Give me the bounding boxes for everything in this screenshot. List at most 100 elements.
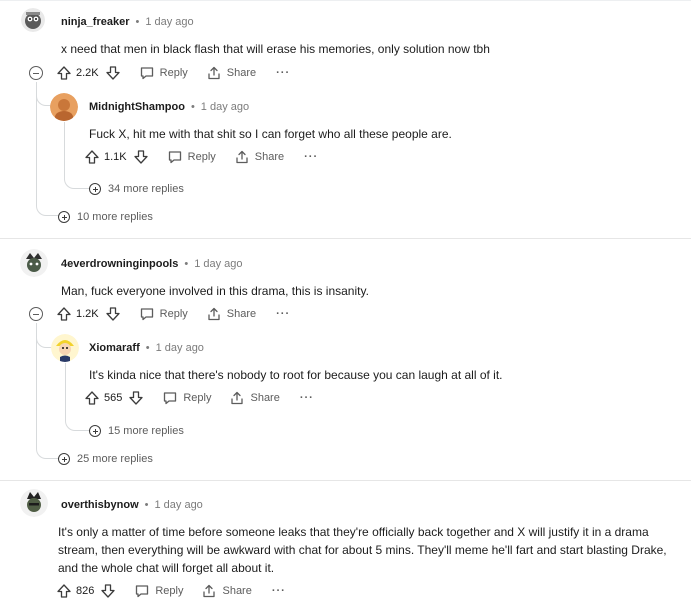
username[interactable]: overthisbynow xyxy=(61,499,139,511)
downvote-arrow-icon[interactable] xyxy=(100,583,116,599)
more-replies-link[interactable]: 34 more replies xyxy=(89,182,184,196)
comment-meta: ninja_freaker • 1 day ago xyxy=(61,15,194,29)
reply-button[interactable]: Reply xyxy=(162,390,211,406)
share-label: Share xyxy=(222,585,252,597)
comment-body: Fuck X, hit me with that shit so I can f… xyxy=(89,127,452,141)
username[interactable]: ninja_freaker xyxy=(61,16,129,28)
comment-body: Man, fuck everyone involved in this dram… xyxy=(61,284,369,298)
username[interactable]: 4everdrowninginpools xyxy=(61,258,178,270)
more-replies-link[interactable]: 15 more replies xyxy=(89,424,184,438)
share-label: Share xyxy=(250,392,280,404)
reply-bubble-icon xyxy=(139,306,155,322)
reply-bubble-icon xyxy=(134,583,150,599)
comment-meta: 4everdrowninginpools • 1 day ago xyxy=(61,257,243,271)
more-replies-label: 10 more replies xyxy=(77,211,153,223)
share-button[interactable]: Share xyxy=(201,583,252,599)
collapse-minus-icon[interactable] xyxy=(29,307,43,321)
expand-plus-icon xyxy=(89,425,101,437)
comment-body: It's only a matter of time before someon… xyxy=(58,525,667,575)
comment-divider xyxy=(0,238,691,239)
upvote-arrow-icon[interactable] xyxy=(56,583,72,599)
meta-separator: • xyxy=(144,499,149,511)
top-divider xyxy=(0,0,691,1)
share-label: Share xyxy=(226,67,257,79)
comment-divider xyxy=(0,480,691,481)
downvote-arrow-icon[interactable] xyxy=(105,306,121,322)
comment-actions: 2.2K Reply Share ··· xyxy=(56,65,290,81)
share-icon xyxy=(201,583,217,599)
more-replies-label: 15 more replies xyxy=(108,425,184,437)
vote-score: 826 xyxy=(76,585,95,597)
comment-actions: 565 Reply Share ··· xyxy=(84,390,314,406)
comment-actions: 1.1K Reply Share ··· xyxy=(84,149,318,165)
expand-plus-icon xyxy=(58,211,70,223)
more-options-button[interactable]: ··· xyxy=(272,585,286,597)
share-label: Share xyxy=(254,151,285,163)
downvote-arrow-icon[interactable] xyxy=(105,65,121,81)
more-options-button[interactable]: ··· xyxy=(300,392,314,404)
downvote-arrow-icon[interactable] xyxy=(128,390,144,406)
timestamp[interactable]: 1 day ago xyxy=(194,258,242,270)
upvote-arrow-icon[interactable] xyxy=(84,149,100,165)
reply-button[interactable]: Reply xyxy=(167,149,216,165)
meta-separator: • xyxy=(190,101,195,113)
share-icon xyxy=(234,149,250,165)
more-replies-link[interactable]: 25 more replies xyxy=(58,452,153,466)
timestamp[interactable]: 1 day ago xyxy=(145,16,193,28)
share-button[interactable]: Share xyxy=(206,65,256,81)
comment-body: It's kinda nice that there's nobody to r… xyxy=(89,368,503,382)
vote-score: 1.1K xyxy=(104,151,127,163)
reply-label: Reply xyxy=(187,151,216,163)
reply-button[interactable]: Reply xyxy=(134,583,183,599)
timestamp[interactable]: 1 day ago xyxy=(201,101,249,113)
meta-separator: • xyxy=(184,258,189,270)
reply-bubble-icon xyxy=(139,65,155,81)
upvote-arrow-icon[interactable] xyxy=(84,390,100,406)
upvote-arrow-icon[interactable] xyxy=(56,306,72,322)
reply-connector xyxy=(36,441,59,459)
share-button[interactable]: Share xyxy=(234,149,284,165)
expand-plus-icon xyxy=(89,183,101,195)
expand-plus-icon xyxy=(58,453,70,465)
meta-separator: • xyxy=(135,16,140,28)
more-replies-label: 34 more replies xyxy=(108,183,184,195)
collapse-minus-icon[interactable] xyxy=(29,66,43,80)
share-button[interactable]: Share xyxy=(229,390,280,406)
share-label: Share xyxy=(226,308,257,320)
timestamp[interactable]: 1 day ago xyxy=(154,499,202,511)
reply-label: Reply xyxy=(155,585,184,597)
avatar[interactable] xyxy=(20,249,48,277)
more-replies-link[interactable]: 10 more replies xyxy=(58,210,153,224)
comment-meta: Xiomaraff • 1 day ago xyxy=(89,341,204,355)
reply-label: Reply xyxy=(183,392,212,404)
reply-connector xyxy=(36,200,59,216)
reply-button[interactable]: Reply xyxy=(139,65,188,81)
reply-label: Reply xyxy=(159,308,188,320)
more-options-button[interactable]: ··· xyxy=(276,308,290,320)
avatar[interactable] xyxy=(51,334,79,362)
avatar[interactable] xyxy=(21,8,45,32)
reply-connector xyxy=(36,82,51,106)
reply-bubble-icon xyxy=(167,149,183,165)
meta-separator: • xyxy=(145,342,150,354)
more-options-button[interactable]: ··· xyxy=(276,67,290,79)
comment-meta: overthisbynow • 1 day ago xyxy=(61,498,203,512)
more-replies-label: 25 more replies xyxy=(77,453,153,465)
downvote-arrow-icon[interactable] xyxy=(133,149,149,165)
username[interactable]: MidnightShampoo xyxy=(89,101,185,113)
avatar[interactable] xyxy=(20,489,48,517)
timestamp[interactable]: 1 day ago xyxy=(156,342,204,354)
reply-connector xyxy=(65,413,89,431)
more-options-button[interactable]: ··· xyxy=(304,151,318,163)
comment-body: x need that men in black flash that will… xyxy=(61,42,490,56)
reply-button[interactable]: Reply xyxy=(139,306,188,322)
reply-connector xyxy=(64,172,89,189)
username[interactable]: Xiomaraff xyxy=(89,342,140,354)
share-button[interactable]: Share xyxy=(206,306,256,322)
share-icon xyxy=(206,65,222,81)
upvote-arrow-icon[interactable] xyxy=(56,65,72,81)
share-icon xyxy=(206,306,222,322)
share-icon xyxy=(229,390,245,406)
vote-score: 1.2K xyxy=(76,308,99,320)
avatar[interactable] xyxy=(50,93,78,121)
